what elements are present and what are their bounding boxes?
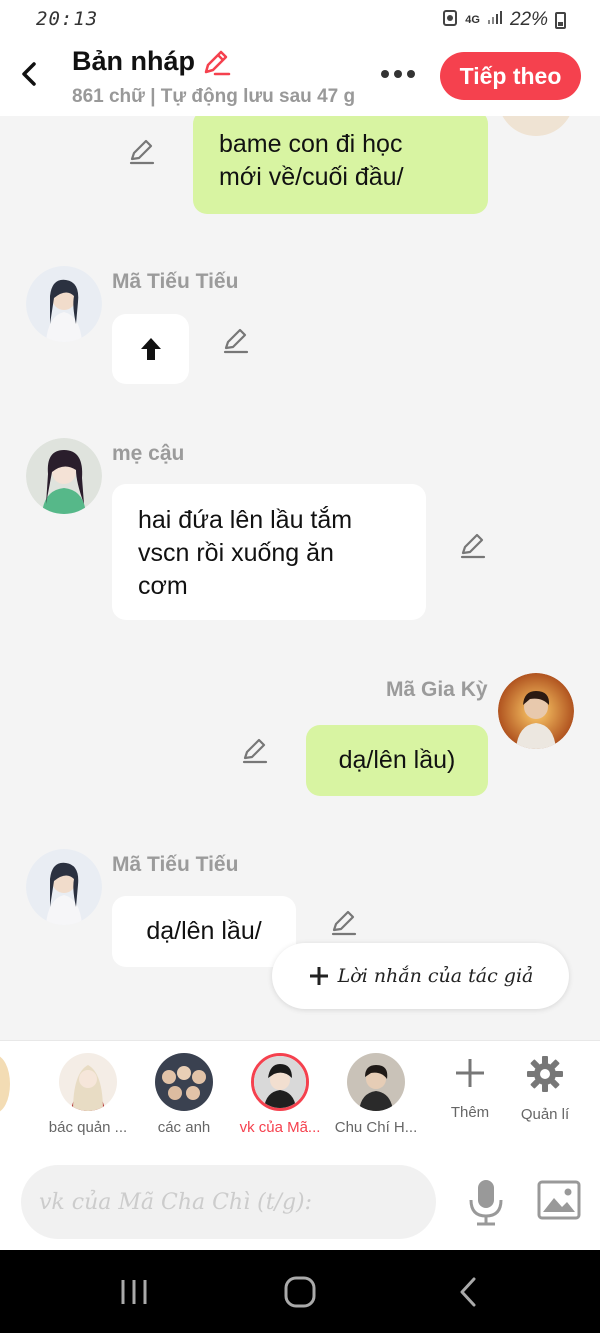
avatar (251, 1053, 309, 1111)
back-button[interactable] (14, 54, 46, 94)
message-bubble[interactable]: hai đứa lên lầu tắm vscn rồi xuống ăn cơ… (112, 484, 426, 620)
message-text-line: cơm (138, 572, 188, 600)
up-arrow-icon (140, 338, 161, 360)
message-bubble[interactable]: dạ/lên lầu/ (112, 896, 296, 967)
battery-percent: 22% (509, 9, 548, 30)
message-text: dạ/lên lầu) (338, 746, 456, 774)
sender-name: Mã Tiếu Tiếu (112, 270, 239, 293)
author-note-label: Lời nhắn của tác giả (337, 965, 534, 987)
character-name: Chu Chí H... (334, 1119, 418, 1136)
message-bubble[interactable]: dạ/lên lầu) (306, 725, 488, 796)
sender-name: Mã Gia Kỳ (386, 678, 488, 701)
app-header: Bản nháp 861 chữ | Tự động lưu sau 47 g … (0, 38, 600, 116)
back-icon (460, 1277, 476, 1307)
avatar (347, 1053, 405, 1111)
edit-title-icon[interactable] (201, 47, 231, 77)
chat-area: bame con đi học mới về/cuối đầu/ Mã Tiếu… (0, 116, 600, 1040)
image-button[interactable] (537, 1180, 581, 1220)
message-text-line: bame con đi học (219, 130, 403, 158)
chevron-left-icon (22, 62, 36, 86)
composer-bar: vk của Mã Cha Chì (t/g): (0, 1152, 600, 1250)
signal-icon (487, 9, 503, 31)
avatar[interactable] (26, 438, 102, 514)
status-icons: 4G 22% (442, 8, 566, 32)
avatar[interactable] (498, 116, 574, 136)
avatar[interactable] (498, 673, 574, 749)
message-text-line: vscn rồi xuống ăn (138, 539, 334, 567)
dot-icon (407, 70, 415, 78)
gear-icon (527, 1056, 563, 1092)
recents-icon (121, 1280, 147, 1304)
microphone-button[interactable] (466, 1178, 506, 1226)
character-item-active[interactable]: vk của Mã... (232, 1053, 328, 1136)
dot-icon (381, 70, 389, 78)
avatar[interactable] (26, 266, 102, 342)
message-bubble[interactable] (112, 314, 189, 384)
add-label: Thêm (450, 1104, 490, 1121)
system-back-button[interactable] (452, 1274, 492, 1310)
home-icon (284, 1276, 316, 1308)
message-bubble[interactable]: bame con đi học mới về/cuối đầu/ (193, 116, 488, 214)
notification-icon (442, 8, 458, 32)
status-bar: 20:13 4G 22% (0, 0, 600, 38)
manage-button[interactable]: Quản lí (515, 1055, 575, 1123)
page-title-row[interactable]: Bản nháp (72, 46, 231, 77)
word-count-autosave: 861 chữ | Tự động lưu sau 47 g (72, 86, 356, 107)
home-button[interactable] (282, 1274, 322, 1310)
character-name: bác quản ... (48, 1119, 128, 1136)
microphone-icon (469, 1180, 503, 1226)
message-input[interactable]: vk của Mã Cha Chì (t/g): (21, 1165, 436, 1239)
next-button[interactable]: Tiếp theo (440, 52, 581, 100)
partial-avatar[interactable] (0, 1055, 10, 1113)
avatar (155, 1053, 213, 1111)
author-note-button[interactable]: Lời nhắn của tác giả (272, 943, 569, 1009)
edit-message-icon[interactable] (128, 137, 156, 165)
message-text-line: mới về/cuối đầu/ (219, 163, 404, 191)
dot-icon (394, 70, 402, 78)
status-time: 20:13 (36, 8, 99, 30)
message-text-line: hai đứa lên lầu tắm (138, 506, 353, 534)
edit-message-icon[interactable] (241, 736, 269, 764)
more-options-button[interactable] (378, 64, 418, 84)
character-bar: bác quản ... các anh vk của Mã... Chu Ch… (0, 1040, 600, 1152)
edit-message-icon[interactable] (222, 326, 250, 354)
battery-icon (555, 11, 566, 29)
manage-label: Quản lí (520, 1106, 570, 1123)
add-character-button[interactable]: Thêm (440, 1055, 500, 1121)
edit-message-icon[interactable] (330, 908, 358, 936)
sender-name: mẹ cậu (112, 442, 185, 465)
character-name: các anh (157, 1119, 211, 1136)
plus-icon (456, 1059, 484, 1087)
page-title: Bản nháp (72, 46, 196, 76)
character-item[interactable]: bác quản ... (40, 1053, 136, 1136)
message-text: dạ/lên lầu/ (146, 917, 262, 945)
edit-message-icon[interactable] (459, 531, 487, 559)
recent-apps-button[interactable] (116, 1274, 156, 1310)
network-type: 4G (465, 14, 480, 26)
character-item[interactable]: các anh (136, 1053, 232, 1136)
image-icon (537, 1180, 581, 1220)
character-name: vk của Mã... (239, 1119, 321, 1136)
character-item[interactable]: Chu Chí H... (328, 1053, 424, 1136)
avatar (59, 1053, 117, 1111)
sender-name: Mã Tiếu Tiếu (112, 853, 239, 876)
avatar[interactable] (26, 849, 102, 925)
system-nav-bar (0, 1250, 600, 1333)
plus-icon (309, 967, 328, 985)
